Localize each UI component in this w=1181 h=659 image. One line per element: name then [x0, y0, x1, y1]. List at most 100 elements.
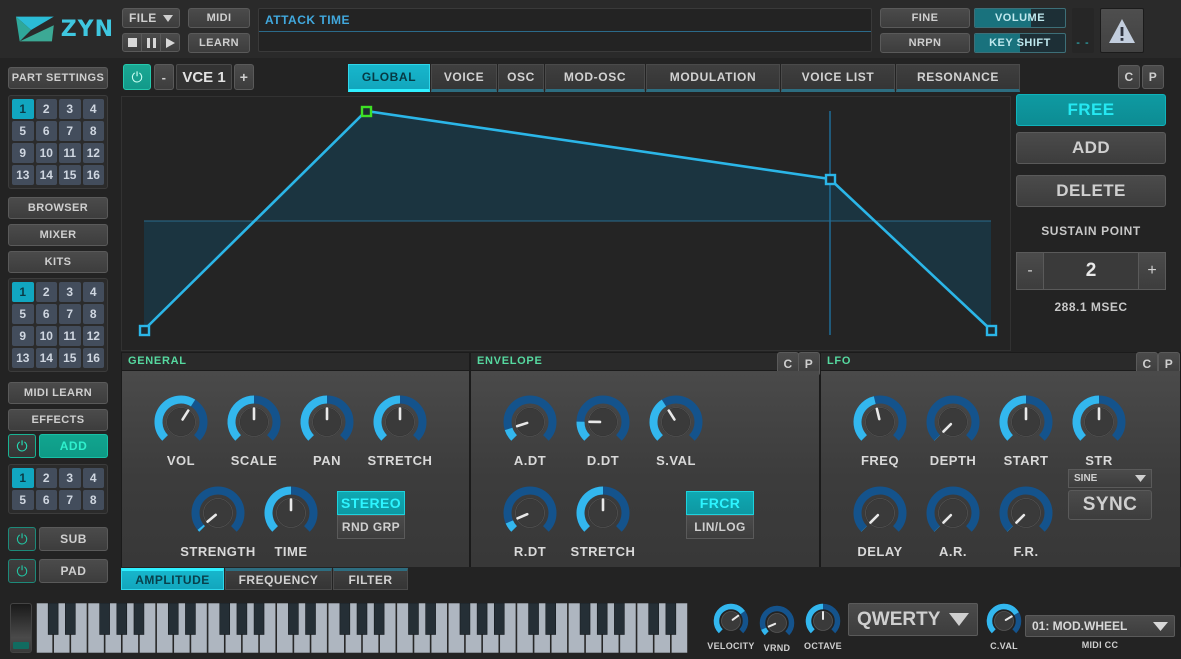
black-key[interactable]: [254, 603, 264, 635]
knob-stretch[interactable]: [371, 393, 429, 451]
voice-pad-2[interactable]: 2: [36, 468, 58, 488]
knob-time[interactable]: [262, 484, 320, 542]
lfo-waveform-select[interactable]: SINE: [1068, 469, 1152, 488]
tab-copy-button[interactable]: C: [1118, 65, 1140, 89]
voice-pad-6[interactable]: 6: [36, 490, 58, 510]
knob-strength[interactable]: [189, 484, 247, 542]
part-pad-12[interactable]: 12: [83, 143, 105, 163]
knob-a-r-[interactable]: [924, 484, 982, 542]
mod-wheel-grip[interactable]: [13, 642, 29, 649]
part-pad-9[interactable]: 9: [12, 143, 34, 163]
kit-pad-11[interactable]: 11: [59, 326, 81, 346]
part-pad-5[interactable]: 5: [12, 121, 34, 141]
knob-vol[interactable]: [152, 393, 210, 451]
knob-r-dt[interactable]: [501, 484, 559, 542]
black-key[interactable]: [168, 603, 178, 635]
black-key[interactable]: [48, 603, 58, 635]
transport-controls[interactable]: [122, 33, 180, 52]
black-key[interactable]: [426, 603, 436, 635]
knob-str[interactable]: [1070, 393, 1128, 451]
kit-pad-15[interactable]: 15: [59, 348, 81, 368]
pad-synth-row[interactable]: ⏻ PAD: [8, 559, 108, 583]
kit-pad-4[interactable]: 4: [83, 282, 105, 302]
black-key[interactable]: [185, 603, 195, 635]
black-key[interactable]: [134, 603, 144, 635]
sustain-value[interactable]: 2: [1044, 252, 1138, 290]
kit-pad-12[interactable]: 12: [83, 326, 105, 346]
kit-pad-7[interactable]: 7: [59, 304, 81, 324]
voice-pad-grid[interactable]: 12345678: [8, 464, 108, 514]
voice-power-icon[interactable]: ⏻: [123, 64, 151, 90]
sidebar-part-settings-button[interactable]: PART SETTINGS: [8, 67, 108, 89]
voice-pad-4[interactable]: 4: [83, 468, 105, 488]
stop-button[interactable]: [123, 34, 142, 51]
sidebar-effects-button[interactable]: EFFECTS: [8, 409, 108, 431]
sidebar-mixer-button[interactable]: MIXER: [8, 224, 108, 246]
warning-button[interactable]: [1100, 8, 1144, 53]
black-key[interactable]: [494, 603, 504, 635]
fine-button[interactable]: FINE: [880, 8, 970, 28]
knob-depth[interactable]: [924, 393, 982, 451]
black-key[interactable]: [580, 603, 590, 635]
knob-c.val[interactable]: [985, 602, 1023, 640]
black-key[interactable]: [374, 603, 384, 635]
part-pad-4[interactable]: 4: [83, 99, 105, 119]
voice-pad-7[interactable]: 7: [59, 490, 81, 510]
pause-button[interactable]: [142, 34, 161, 51]
add-synth-button[interactable]: ADD: [39, 434, 108, 458]
envelope-graph-svg[interactable]: [122, 97, 1010, 350]
knob-a-dt[interactable]: [501, 393, 559, 451]
knob-stretch[interactable]: [574, 484, 632, 542]
knob-octave[interactable]: [804, 602, 842, 640]
voice-prev-button[interactable]: -: [154, 64, 174, 90]
envelope-node-0[interactable]: [140, 326, 149, 335]
black-key[interactable]: [614, 603, 624, 635]
kit-pad-13[interactable]: 13: [12, 348, 34, 368]
black-key[interactable]: [220, 603, 230, 635]
part-pad-16[interactable]: 16: [83, 165, 105, 185]
black-key[interactable]: [357, 603, 367, 635]
part-pad-14[interactable]: 14: [36, 165, 58, 185]
envelope-node-2[interactable]: [826, 175, 835, 184]
kit-pad-9[interactable]: 9: [12, 326, 34, 346]
part-pad-11[interactable]: 11: [59, 143, 81, 163]
add-synth-row[interactable]: ⏻ ADD: [8, 434, 108, 458]
bottom-tab-filter[interactable]: FILTER: [333, 568, 408, 590]
kit-pad-8[interactable]: 8: [83, 304, 105, 324]
linlog-toggle[interactable]: LIN/LOG: [686, 515, 754, 539]
qwerty-select[interactable]: QWERTY: [848, 603, 978, 636]
kit-pad-14[interactable]: 14: [36, 348, 58, 368]
envelope-toggle-pair[interactable]: FRCR LIN/LOG: [686, 491, 754, 539]
pad-power-icon[interactable]: ⏻: [8, 559, 36, 583]
bottom-tab-amplitude[interactable]: AMPLITUDE: [121, 568, 224, 590]
part-pad-6[interactable]: 6: [36, 121, 58, 141]
black-key[interactable]: [666, 603, 676, 635]
black-key[interactable]: [306, 603, 316, 635]
kit-pad-1[interactable]: 1: [12, 282, 34, 302]
black-key[interactable]: [340, 603, 350, 635]
piano-keyboard[interactable]: [36, 603, 688, 653]
voice-pad-3[interactable]: 3: [59, 468, 81, 488]
voice-next-button[interactable]: +: [234, 64, 254, 90]
stereo-toggle[interactable]: STEREO: [337, 491, 405, 515]
sidebar-kits-button[interactable]: KITS: [8, 251, 108, 273]
part-pad-13[interactable]: 13: [12, 165, 34, 185]
kit-pad-2[interactable]: 2: [36, 282, 58, 302]
tab-voice[interactable]: VOICE: [431, 64, 497, 92]
voice-name-display[interactable]: VCE 1: [176, 64, 232, 90]
kit-pad-16[interactable]: 16: [83, 348, 105, 368]
black-key[interactable]: [477, 603, 487, 635]
file-menu-button[interactable]: FILE: [122, 8, 180, 28]
black-key[interactable]: [546, 603, 556, 635]
sustain-point-stepper[interactable]: - 2 +: [1016, 252, 1166, 290]
midi-cc-select[interactable]: 01: MOD.WHEEL: [1025, 615, 1175, 637]
knob-f-r-[interactable]: [997, 484, 1055, 542]
envelope-delete-button[interactable]: DELETE: [1016, 175, 1166, 207]
envelope-node-3[interactable]: [987, 326, 996, 335]
black-key[interactable]: [288, 603, 298, 635]
knob-delay[interactable]: [851, 484, 909, 542]
tab-modulation[interactable]: MODULATION: [646, 64, 780, 92]
sidebar-browser-button[interactable]: BROWSER: [8, 197, 108, 219]
kit-pad-grid[interactable]: 12345678910111213141516: [8, 278, 108, 372]
envelope-add-button[interactable]: ADD: [1016, 132, 1166, 164]
